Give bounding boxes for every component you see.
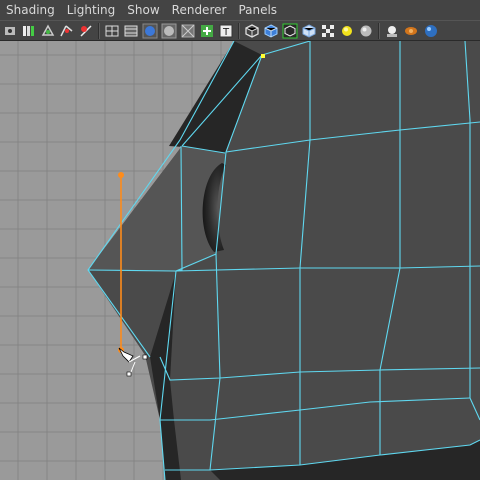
two-sided-lighting-icon[interactable] — [358, 23, 374, 39]
image-plane-icon[interactable] — [59, 23, 75, 39]
smooth-shade-icon[interactable] — [123, 23, 139, 39]
menu-show[interactable]: Show — [121, 0, 165, 20]
xray-icon[interactable] — [244, 23, 260, 39]
select-camera-icon[interactable] — [2, 23, 18, 39]
menu-shading[interactable]: Shading — [0, 0, 61, 20]
flat-shade-icon[interactable] — [142, 23, 158, 39]
viewport-scene[interactable] — [0, 41, 480, 480]
high-quality-icon[interactable] — [384, 23, 400, 39]
grid-toggle-icon[interactable] — [78, 23, 94, 39]
toolbar-separator — [378, 22, 380, 39]
toolbar-separator — [238, 22, 240, 39]
toolbar-separator — [98, 22, 100, 39]
3d-viewport[interactable] — [0, 41, 480, 480]
viewport-menubar: Shading Lighting Show Renderer Panels — [0, 0, 480, 20]
menu-panels[interactable]: Panels — [232, 0, 283, 20]
menu-renderer[interactable]: Renderer — [166, 0, 233, 20]
use-default-material-icon[interactable] — [180, 23, 196, 39]
edge-start-point[interactable] — [118, 172, 124, 178]
viewport-toolbar: T — [0, 20, 480, 41]
selected-vertex[interactable] — [261, 54, 265, 58]
ambient-occlusion-icon[interactable] — [403, 23, 419, 39]
use-all-lights-icon[interactable] — [320, 23, 336, 39]
bookmark-icon[interactable] — [40, 23, 56, 39]
svg-text:T: T — [222, 27, 230, 38]
menu-lighting[interactable]: Lighting — [61, 0, 122, 20]
textured-icon[interactable] — [199, 23, 215, 39]
wireframe-on-shaded-icon[interactable]: T — [218, 23, 234, 39]
camera-attributes-icon[interactable] — [21, 23, 37, 39]
backface-culling-icon[interactable] — [282, 23, 298, 39]
default-light-icon[interactable] — [339, 23, 355, 39]
bounding-box-icon[interactable] — [161, 23, 177, 39]
xray-joints-icon[interactable] — [263, 23, 279, 39]
cube-icon[interactable] — [422, 23, 438, 39]
shadows-icon[interactable] — [301, 23, 317, 39]
wireframe-icon[interactable] — [104, 23, 120, 39]
